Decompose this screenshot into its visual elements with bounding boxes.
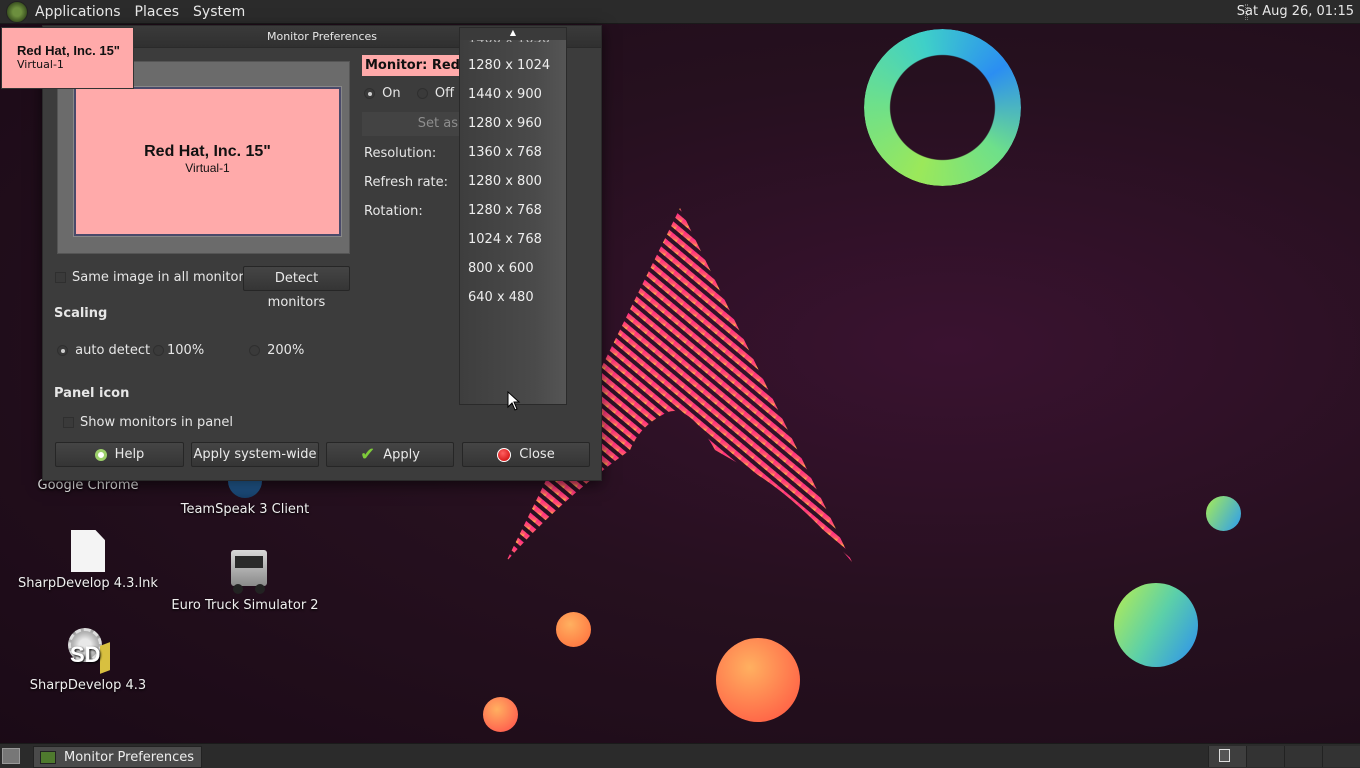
scaling-100-radio[interactable]: 100% — [153, 343, 204, 358]
desktop-icon-label: Euro Truck Simulator 2 — [171, 598, 319, 613]
radio-indicator — [249, 345, 260, 356]
file-icon — [71, 530, 105, 572]
on-radio[interactable]: On — [364, 86, 401, 101]
help-icon — [94, 448, 107, 461]
help-button-label: Help — [114, 447, 145, 462]
apply-button[interactable]: ✔ Apply — [326, 442, 454, 467]
clock[interactable]: Sat Aug 26, 01:15 — [1237, 0, 1354, 24]
monitor-layout-area[interactable]: Red Hat, Inc. 15" Virtual-1 — [57, 61, 350, 254]
detect-monitors-button[interactable]: Detect monitors — [243, 266, 350, 310]
monitor-preview[interactable]: Red Hat, Inc. 15" Virtual-1 — [73, 86, 342, 237]
workspace-1[interactable] — [1208, 746, 1246, 767]
workspace-2[interactable] — [1246, 746, 1284, 767]
rotation-label: Rotation: — [364, 204, 423, 219]
scaling-heading: Scaling — [54, 306, 108, 321]
dropdown-option[interactable]: 1440 x 900 — [468, 85, 542, 105]
close-button-label: Close — [519, 447, 555, 462]
monitor-label: Monitor: Red H — [362, 55, 462, 76]
scaling-option-label: 100% — [167, 343, 205, 358]
apply-system-wide-button[interactable]: Apply system-wide — [191, 442, 319, 467]
workspace-switcher — [1208, 746, 1360, 767]
wallpaper-ring — [864, 29, 1021, 186]
radio-indicator — [153, 345, 164, 356]
wallpaper-ball — [556, 612, 591, 647]
radio-indicator — [57, 345, 68, 356]
scroll-up-icon[interactable]: ▲ — [460, 28, 566, 40]
desktop-icon-sharpdevelop[interactable]: SD SharpDevelop 4.3 — [13, 628, 163, 693]
desktop-icon-label: TeamSpeak 3 Client — [180, 502, 310, 517]
top-panel: Applications Places System Sat Aug 26, 0… — [0, 0, 1360, 24]
desktop-icon-label: SharpDevelop 4.3 — [29, 678, 147, 693]
dropdown-option[interactable]: 640 x 480 — [468, 288, 534, 308]
dropdown-option[interactable]: 1280 x 768 — [468, 201, 542, 221]
menu-places[interactable]: Places — [128, 0, 187, 24]
dropdown-option[interactable]: 1360 x 768 — [468, 143, 542, 163]
tooltip-title: Red Hat, Inc. 15" — [17, 43, 120, 58]
dropdown-option[interactable]: 1024 x 768 — [468, 230, 542, 250]
desktop-icon-euro-truck[interactable]: Euro Truck Simulator 2 — [170, 548, 320, 613]
monitor-app-icon — [40, 751, 56, 764]
monitor-output: Virtual-1 — [185, 161, 230, 175]
sharpdevelop-icon: SD — [66, 628, 110, 674]
truck-icon — [221, 548, 269, 594]
radio-indicator — [416, 88, 428, 99]
desktop-icon-sharpdevelop-lnk[interactable]: SharpDevelop 4.3.lnk — [13, 530, 163, 591]
monitor-tooltip: Red Hat, Inc. 15" Virtual-1 — [1, 27, 134, 89]
show-monitors-checkbox[interactable] — [63, 417, 74, 428]
menu-applications[interactable]: Applications — [28, 0, 128, 24]
same-image-label: Same image in all monitors — [72, 270, 251, 285]
scaling-200-radio[interactable]: 200% — [249, 343, 304, 358]
teamspeak-icon — [228, 478, 262, 498]
mouse-cursor-icon — [507, 391, 521, 411]
workspace-4[interactable] — [1322, 746, 1360, 767]
mate-logo-icon[interactable] — [6, 0, 28, 23]
show-monitors-row[interactable]: Show monitors in panel — [63, 415, 233, 430]
desktop-icon-teamspeak[interactable]: TeamSpeak 3 Client — [170, 478, 320, 517]
dropdown-option[interactable]: 800 x 600 — [468, 259, 534, 279]
refresh-rate-label: Refresh rate: — [364, 175, 449, 190]
scaling-option-label: 200% — [267, 343, 305, 358]
panel-icon-heading: Panel icon — [54, 386, 130, 401]
desktop-icon-label: SharpDevelop 4.3.lnk — [18, 576, 158, 591]
resolution-label: Resolution: — [364, 146, 437, 161]
help-button[interactable]: Help — [55, 442, 184, 467]
on-label: On — [382, 86, 401, 101]
tooltip-subtitle: Virtual-1 — [17, 58, 64, 71]
monitor-power-options: On Off — [364, 86, 454, 101]
off-label: Off — [434, 86, 455, 101]
set-as-primary-button[interactable]: Set as — [362, 112, 462, 136]
wallpaper-ball — [716, 638, 800, 722]
apply-button-label: Apply — [383, 447, 420, 463]
wallpaper-ball — [483, 697, 518, 732]
taskbar-item-label: Monitor Preferences — [64, 750, 195, 765]
off-radio[interactable]: Off — [416, 86, 455, 101]
bottom-taskbar: Monitor Preferences — [0, 743, 1360, 768]
wallpaper-ball — [1114, 583, 1198, 667]
scaling-auto-radio[interactable]: auto detect — [57, 343, 150, 358]
scaling-option-label: auto detect — [75, 343, 151, 358]
stop-icon — [497, 447, 512, 462]
dropdown-option[interactable]: 1280 x 960 — [468, 114, 542, 134]
wallpaper-ball — [1206, 496, 1241, 531]
taskbar-item-monitor-preferences[interactable]: Monitor Preferences — [33, 746, 202, 768]
same-image-checkbox[interactable] — [55, 272, 66, 283]
show-desktop-icon[interactable] — [2, 748, 20, 764]
show-monitors-label: Show monitors in panel — [80, 415, 234, 430]
close-button[interactable]: Close — [462, 442, 590, 467]
check-icon: ✔ — [360, 444, 376, 465]
workspace-3[interactable] — [1284, 746, 1322, 767]
monitor-name: Red Hat, Inc. 15" — [144, 143, 271, 160]
dropdown-option[interactable]: 1280 x 1024 — [468, 56, 550, 76]
menu-system[interactable]: System — [186, 0, 252, 24]
dropdown-option[interactable]: 1280 x 800 — [468, 172, 542, 192]
radio-indicator — [364, 88, 375, 99]
resolution-dropdown[interactable]: ▲ 1400 x 1050 1280 x 1024 1440 x 900 128… — [459, 27, 567, 405]
same-image-row[interactable]: Same image in all monitors — [55, 269, 251, 287]
